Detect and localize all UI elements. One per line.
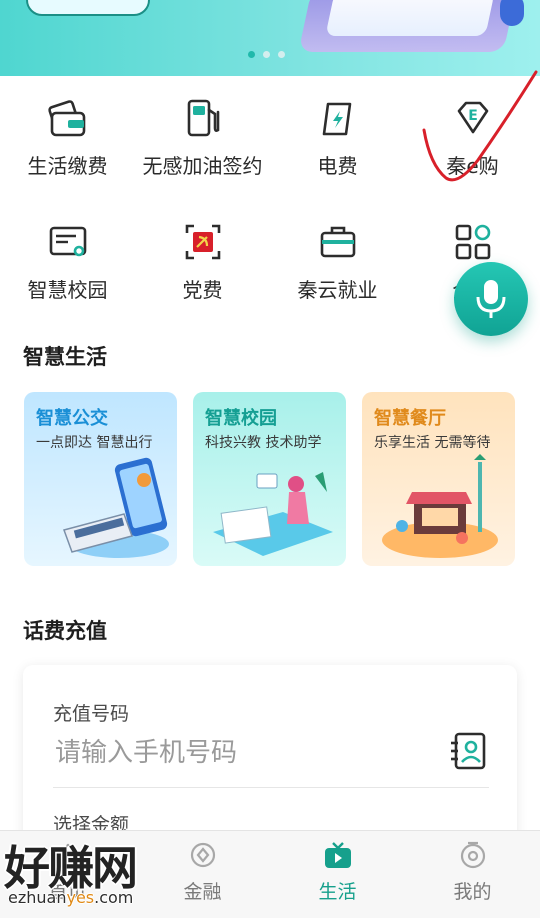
- promo-banner[interactable]: [0, 0, 540, 76]
- profile-icon: [460, 841, 485, 869]
- voice-assistant-button[interactable]: [454, 262, 528, 336]
- nav-finance[interactable]: 金融: [135, 839, 270, 904]
- card-subtitle: 乐享生活 无需等待: [374, 435, 491, 451]
- card-title: 智慧校园: [205, 408, 277, 429]
- home-icon: [55, 843, 80, 868]
- service-qinyun-jobs[interactable]: 秦云就业: [270, 220, 405, 303]
- nav-life[interactable]: 生活: [270, 839, 405, 904]
- diamond-e-icon: E: [457, 101, 488, 134]
- section-title-phone-topup: 话费充值: [23, 619, 107, 643]
- card-title: 智慧公交: [36, 408, 108, 429]
- service-smart-campus[interactable]: 智慧校园: [0, 220, 135, 303]
- electricity-icon: [322, 102, 351, 136]
- service-row-1: 生活缴费 无感加油签约 电费 E 秦e购: [0, 96, 540, 206]
- banner-illustration-screen: [325, 0, 495, 36]
- card-smart-bus[interactable]: 智慧公交 一点即达 智慧出行: [24, 392, 177, 566]
- student-reading-illustration: [213, 472, 333, 556]
- party-emblem-icon: [185, 224, 220, 260]
- banner-dot[interactable]: [263, 51, 270, 58]
- service-electricity[interactable]: 电费: [270, 96, 405, 179]
- banner-pagination: [248, 51, 285, 58]
- banner-action-button[interactable]: [26, 0, 150, 16]
- nav-label: 我的: [453, 881, 492, 903]
- microphone-icon: [476, 280, 506, 318]
- service-qin-e-shop[interactable]: E 秦e购: [405, 96, 540, 179]
- card-smart-restaurant[interactable]: 智慧餐厅 乐享生活 无需等待: [362, 392, 515, 566]
- nav-label: 首页: [48, 881, 87, 903]
- card-subtitle: 一点即达 智慧出行: [36, 435, 153, 451]
- service-party-fee[interactable]: 党费: [135, 220, 270, 303]
- briefcase-icon: [320, 226, 355, 258]
- fuel-pump-icon: [187, 99, 219, 137]
- nav-mine[interactable]: 我的: [405, 839, 540, 904]
- service-label: 电费: [317, 154, 358, 178]
- service-fuel-signing[interactable]: 无感加油签约: [135, 96, 270, 179]
- bottom-navigation: 首页 金融 生活 我的: [0, 830, 540, 918]
- phone-number-input[interactable]: [53, 732, 437, 774]
- svg-text:E: E: [468, 108, 478, 124]
- card-title: 智慧餐厅: [374, 408, 446, 429]
- nav-home[interactable]: 首页: [0, 839, 135, 904]
- banner-dot[interactable]: [278, 51, 285, 58]
- service-label: 生活缴费: [27, 154, 108, 178]
- restaurant-illustration: [382, 454, 498, 558]
- service-label: 秦云就业: [297, 278, 378, 302]
- service-label: 无感加油签约: [142, 154, 263, 178]
- service-label: 智慧校园: [27, 278, 108, 302]
- section-title-smart-life: 智慧生活: [23, 345, 107, 369]
- banner-dot-active[interactable]: [248, 51, 255, 58]
- wallet-card-icon: [47, 100, 85, 137]
- contact-book-icon[interactable]: [449, 731, 487, 771]
- service-life-payment[interactable]: 生活缴费: [0, 96, 135, 179]
- tv-life-icon: [324, 842, 351, 868]
- phone-number-label: 充值号码: [53, 703, 130, 725]
- campus-card-icon: [49, 226, 86, 257]
- service-label: 党费: [182, 278, 223, 302]
- card-subtitle: 科技兴教 技术助学: [205, 435, 322, 451]
- service-label: 秦e购: [446, 154, 499, 178]
- finance-icon: [190, 842, 215, 868]
- bus-phone-illustration: [63, 457, 169, 558]
- all-apps-grid-icon: [455, 224, 490, 260]
- divider: [53, 787, 489, 788]
- card-smart-campus[interactable]: 智慧校园 科技兴教 技术助学: [193, 392, 346, 566]
- banner-person-figure: [500, 0, 524, 26]
- nav-label: 金融: [183, 881, 222, 903]
- nav-label: 生活: [318, 881, 357, 903]
